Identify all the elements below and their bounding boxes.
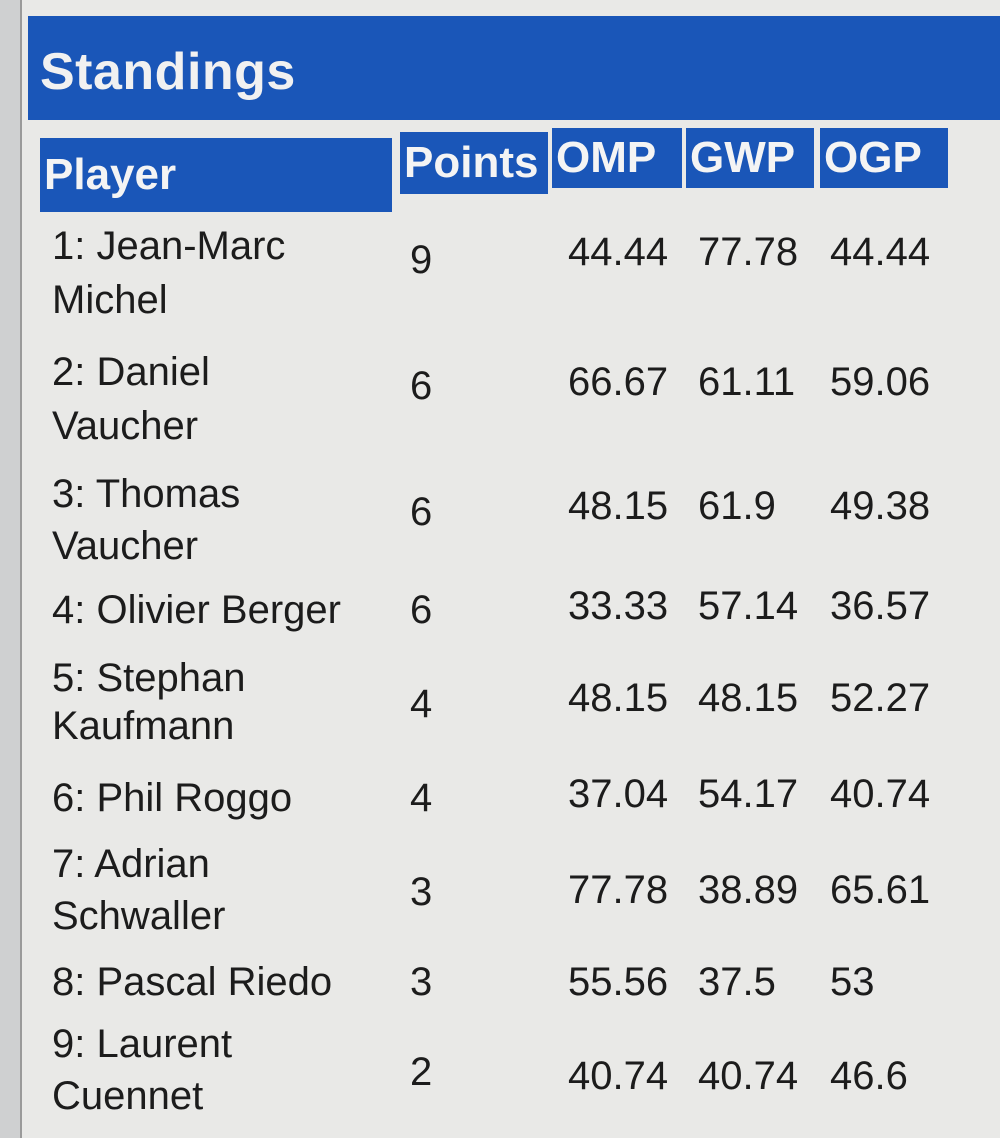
player-name: 3: Thomas — [52, 472, 241, 516]
standings-panel: Standings Player Points OMP GWP OGP 1: J… — [20, 0, 1000, 1138]
column-header-player[interactable]: Player — [40, 138, 392, 212]
gwp-value: 61.11 — [698, 360, 796, 404]
player-name-continued: Michel — [52, 278, 168, 322]
ogp-value: 49.38 — [830, 484, 931, 528]
omp-value: 66.67 — [568, 360, 669, 404]
player-name: 9: Laurent — [52, 1022, 233, 1066]
table-row: 6: Phil Roggo 4 37.04 54.17 40.74 — [40, 770, 960, 830]
points-value: 6 — [410, 364, 433, 408]
player-name-continued: Kaufmann — [52, 704, 235, 748]
ogp-value: 53 — [830, 960, 875, 1004]
column-header-points[interactable]: Points — [400, 132, 548, 194]
column-header-ogp[interactable]: OGP — [820, 128, 948, 188]
player-name: 6: Phil Roggo — [52, 776, 293, 820]
table-row: 9: Laurent Cuennet 2 40.74 40.74 46.6 — [40, 1016, 960, 1136]
omp-value: 77.78 — [568, 868, 669, 912]
ogp-value: 36.57 — [830, 584, 931, 628]
points-value: 3 — [410, 870, 433, 914]
points-value: 6 — [410, 490, 433, 534]
gwp-value: 48.15 — [698, 676, 799, 720]
points-value: 4 — [410, 682, 433, 726]
table-row: 7: Adrian Schwaller 3 77.78 38.89 65.61 — [40, 836, 960, 956]
player-name: 1: Jean-Marc — [52, 224, 286, 268]
ogp-value: 44.44 — [830, 230, 931, 274]
gwp-value: 37.5 — [698, 960, 776, 1004]
standings-title-bar: Standings — [28, 16, 1000, 120]
omp-value: 48.15 — [568, 676, 669, 720]
table-row: 8: Pascal Riedo 3 55.56 37.5 53 — [40, 954, 960, 1014]
ogp-value: 40.74 — [830, 772, 931, 816]
gwp-value: 54.17 — [698, 772, 799, 816]
ogp-value: 46.6 — [830, 1054, 908, 1098]
player-name-continued: Cuennet — [52, 1074, 204, 1118]
ogp-value: 65.61 — [830, 868, 931, 912]
player-name: 4: Olivier Berger — [52, 588, 341, 632]
player-name: 8: Pascal Riedo — [52, 960, 333, 1004]
ogp-value: 52.27 — [830, 676, 931, 720]
omp-value: 33.33 — [568, 584, 669, 628]
table-row: 5: Stephan Kaufmann 4 48.15 48.15 52.27 — [40, 650, 960, 770]
gwp-value: 40.74 — [698, 1054, 799, 1098]
points-value: 6 — [410, 588, 433, 632]
column-header-gwp[interactable]: GWP — [686, 128, 814, 188]
ogp-value: 59.06 — [830, 360, 931, 404]
page-title: Standings — [40, 43, 296, 101]
omp-value: 40.74 — [568, 1054, 669, 1098]
table-row: 1: Jean-Marc Michel 9 44.44 77.78 44.44 — [40, 218, 960, 338]
points-value: 2 — [410, 1050, 433, 1094]
points-value: 3 — [410, 960, 433, 1004]
points-value: 4 — [410, 776, 433, 820]
omp-value: 55.56 — [568, 960, 669, 1004]
omp-value: 48.15 — [568, 484, 669, 528]
player-name-continued: Vaucher — [52, 404, 199, 448]
player-name: 7: Adrian — [52, 842, 210, 886]
table-row: 4: Olivier Berger 6 33.33 57.14 36.57 — [40, 582, 960, 642]
omp-value: 44.44 — [568, 230, 669, 274]
gwp-value: 77.78 — [698, 230, 799, 274]
column-header-omp[interactable]: OMP — [552, 128, 682, 188]
player-name: 2: Daniel — [52, 350, 210, 394]
gwp-value: 38.89 — [698, 868, 799, 912]
table-row: 3: Thomas Vaucher 6 48.15 61.9 49.38 — [40, 466, 960, 586]
table-row: 2: Daniel Vaucher 6 66.67 61.11 59.06 — [40, 344, 960, 464]
points-value: 9 — [410, 238, 433, 282]
player-name-continued: Vaucher — [52, 524, 199, 568]
gwp-value: 57.14 — [698, 584, 799, 628]
player-name-continued: Schwaller — [52, 894, 226, 938]
gwp-value: 61.9 — [698, 484, 776, 528]
omp-value: 37.04 — [568, 772, 669, 816]
